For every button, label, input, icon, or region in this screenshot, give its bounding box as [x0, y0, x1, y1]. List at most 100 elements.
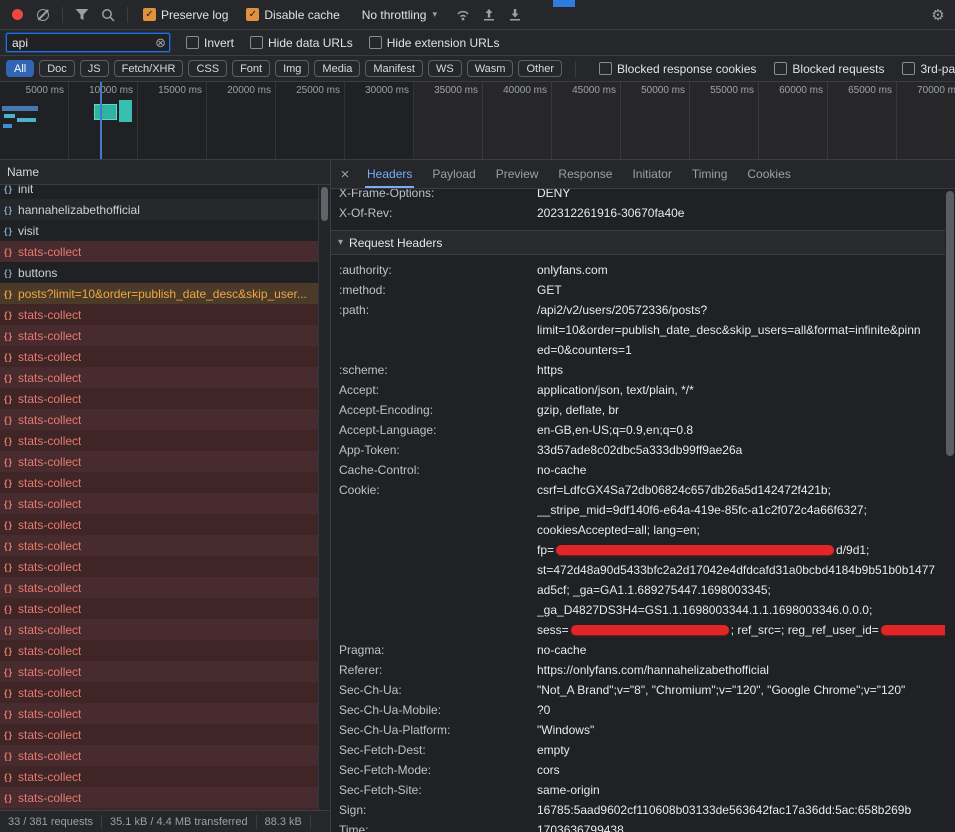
- request-name: stats-collect: [18, 644, 81, 658]
- header-value: 16785:5aad9602cf110608b03133de563642fac1…: [537, 800, 945, 820]
- type-filter-chip-manifest[interactable]: Manifest: [365, 60, 423, 77]
- request-row[interactable]: {}stats-collect: [0, 787, 318, 808]
- record-button[interactable]: [5, 3, 29, 27]
- header-row: Sec-Fetch-Mode:cors: [331, 760, 945, 780]
- network-conditions-button[interactable]: [451, 3, 475, 27]
- tab-timing[interactable]: Timing: [682, 160, 738, 188]
- request-row[interactable]: {} stats-collect: [0, 451, 318, 472]
- request-type-icon: {}: [4, 457, 13, 467]
- request-row[interactable]: {}stats-collect: [0, 241, 318, 262]
- tab-response[interactable]: Response: [548, 160, 622, 188]
- request-row[interactable]: {}hannahelizabethofficial: [0, 199, 318, 220]
- export-har-button[interactable]: [503, 3, 527, 27]
- clear-filter-icon[interactable]: ⊗: [155, 36, 166, 49]
- hide-extension-urls-checkbox[interactable]: Hide extension URLs: [369, 36, 500, 50]
- request-type-icon: {}: [4, 205, 13, 215]
- request-headers-section[interactable]: ▾ Request Headers: [331, 230, 945, 255]
- request-row[interactable]: {}init: [0, 185, 318, 199]
- request-row[interactable]: {}visit: [0, 220, 318, 241]
- request-type-icon: {}: [4, 289, 13, 299]
- request-row[interactable]: {}stats-collect: [0, 304, 318, 325]
- request-name: stats-collect: [18, 455, 81, 469]
- header-row: Sign:16785:5aad9602cf110608b03133de56364…: [331, 800, 945, 820]
- filter-toggle-button[interactable]: [70, 3, 94, 27]
- request-name: init: [18, 185, 33, 196]
- request-row[interactable]: {}stats-collect: [0, 619, 318, 640]
- import-har-button[interactable]: [477, 3, 501, 27]
- request-name: stats-collect: [18, 602, 81, 616]
- type-filter-chip-fetchxhr[interactable]: Fetch/XHR: [114, 60, 184, 77]
- tab-preview[interactable]: Preview: [486, 160, 549, 188]
- request-type-icon: {}: [4, 373, 13, 383]
- invert-checkbox[interactable]: Invert: [186, 36, 234, 50]
- request-row[interactable]: {}stats-collect: [0, 493, 318, 514]
- type-filter-chip-js[interactable]: JS: [80, 60, 109, 77]
- request-row[interactable]: {}stats-collect: [0, 346, 318, 367]
- request-type-icon: {}: [4, 646, 13, 656]
- scrollbar-thumb[interactable]: [946, 191, 954, 456]
- type-filter-chip-css[interactable]: CSS: [188, 60, 227, 77]
- settings-gear-icon[interactable]: ⚙: [926, 3, 950, 27]
- request-row[interactable]: {}stats-collect: [0, 766, 318, 787]
- request-list-scrollbar[interactable]: [318, 185, 330, 810]
- search-button[interactable]: [96, 3, 120, 27]
- type-filter-chip-all[interactable]: All: [6, 60, 34, 77]
- throttling-dropdown[interactable]: No throttling ▾: [354, 8, 445, 22]
- tab-initiator[interactable]: Initiator: [622, 160, 681, 188]
- request-row[interactable]: {}stats-collect: [0, 472, 318, 493]
- third-party-requests-checkbox[interactable]: 3rd-party requests: [902, 62, 955, 76]
- request-type-icon: {}: [4, 331, 13, 341]
- header-row: X-Of-Rev:202312261916-30670fa40e: [331, 203, 945, 223]
- request-row[interactable]: {}stats-collect: [0, 409, 318, 430]
- filter-bar: api ⊗ Invert Hide data URLs Hide extensi…: [0, 30, 955, 56]
- tab-headers[interactable]: Headers: [357, 160, 422, 188]
- timeline-activity-bar: [2, 106, 38, 111]
- request-row[interactable]: {}stats-collect: [0, 514, 318, 535]
- request-row[interactable]: {} stats-collect: [0, 640, 318, 661]
- filter-input-value: api: [12, 36, 151, 50]
- request-name: stats-collect: [18, 686, 81, 700]
- request-row[interactable]: {}stats-collect: [0, 661, 318, 682]
- filter-input[interactable]: api ⊗: [6, 33, 170, 52]
- type-filter-chip-font[interactable]: Font: [232, 60, 270, 77]
- timeline-overview[interactable]: 5000 ms10000 ms15000 ms20000 ms25000 ms3…: [0, 82, 955, 160]
- tab-cookies[interactable]: Cookies: [737, 160, 800, 188]
- preserve-log-checkbox[interactable]: ✓ Preserve log: [143, 8, 228, 22]
- hide-data-urls-checkbox[interactable]: Hide data URLs: [250, 36, 353, 50]
- request-row[interactable]: {}stats-collect: [0, 682, 318, 703]
- request-row[interactable]: {}stats-collect: [0, 430, 318, 451]
- type-filter-chip-img[interactable]: Img: [275, 60, 309, 77]
- request-row[interactable]: {}stats-collect: [0, 367, 318, 388]
- preserve-log-label: Preserve log: [161, 8, 228, 22]
- request-row[interactable]: {}stats-collect: [0, 598, 318, 619]
- header-value: same-origin: [537, 780, 945, 800]
- type-filter-chip-other[interactable]: Other: [518, 60, 562, 77]
- request-row[interactable]: {}stats-collect: [0, 388, 318, 409]
- request-type-icon: {}: [4, 352, 13, 362]
- request-row[interactable]: {}stats-collect: [0, 556, 318, 577]
- type-filter-chip-ws[interactable]: WS: [428, 60, 462, 77]
- request-row[interactable]: {}stats-collect: [0, 745, 318, 766]
- request-row[interactable]: {}stats-collect: [0, 577, 318, 598]
- blocked-response-cookies-checkbox[interactable]: Blocked response cookies: [599, 62, 756, 76]
- clear-network-log-button[interactable]: [31, 3, 55, 27]
- request-name: buttons: [18, 266, 57, 280]
- header-row: Sec-Ch-Ua-Platform:"Windows": [331, 720, 945, 740]
- blocked-requests-checkbox[interactable]: Blocked requests: [774, 62, 884, 76]
- type-filter-chip-wasm[interactable]: Wasm: [467, 60, 514, 77]
- details-scrollbar[interactable]: [945, 189, 955, 832]
- disable-cache-checkbox[interactable]: ✓ Disable cache: [246, 8, 339, 22]
- request-row[interactable]: {}stats-collect: [0, 724, 318, 745]
- close-icon[interactable]: ×: [333, 166, 357, 183]
- tab-payload[interactable]: Payload: [422, 160, 485, 188]
- type-filter-chip-doc[interactable]: Doc: [39, 60, 75, 77]
- type-filter-chip-media[interactable]: Media: [314, 60, 360, 77]
- request-row[interactable]: {}buttons: [0, 262, 318, 283]
- request-row[interactable]: {}stats-collect: [0, 535, 318, 556]
- request-row[interactable]: {}stats-collect: [0, 325, 318, 346]
- request-row[interactable]: {}posts?limit=10&order=publish_date_desc…: [0, 283, 318, 304]
- name-column-header[interactable]: Name: [0, 160, 330, 185]
- checkbox-unchecked-icon: [599, 62, 612, 75]
- request-row[interactable]: {}stats-collect: [0, 703, 318, 724]
- scrollbar-thumb[interactable]: [321, 187, 328, 221]
